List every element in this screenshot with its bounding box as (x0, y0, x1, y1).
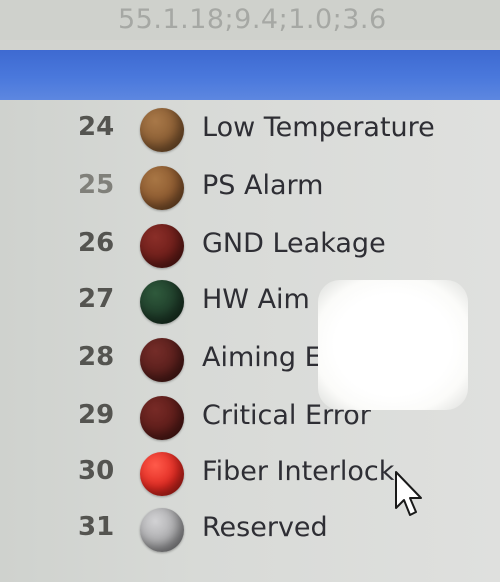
version-string: 55.1.18;9.4;1.0;3.6 (118, 4, 387, 35)
alarm-number: 31 (78, 512, 115, 542)
alarm-row-25: 25 PS Alarm (0, 162, 500, 218)
led-indicator-icon (140, 396, 184, 440)
alarm-row-30: 30 Fiber Interlock (0, 448, 500, 504)
mouse-pointer-icon (395, 471, 422, 516)
alarm-number: 25 (78, 170, 115, 200)
alarm-label: Aiming E (202, 342, 322, 373)
alarm-label: PS Alarm (202, 170, 324, 201)
alarm-number: 24 (78, 112, 115, 142)
screen-glare (318, 280, 468, 410)
led-indicator-icon (140, 338, 184, 382)
alarm-number: 29 (78, 400, 115, 430)
alarm-row-26: 26 GND Leakage (0, 220, 500, 276)
led-indicator-icon (140, 452, 184, 496)
led-indicator-icon (140, 166, 184, 210)
alarm-number: 26 (78, 228, 115, 258)
alarm-label: Low Temperature (202, 112, 435, 143)
led-indicator-icon (140, 224, 184, 268)
alarm-number: 30 (78, 456, 115, 486)
alarm-row-31: 31 Reserved (0, 504, 500, 560)
top-strip: 55.1.18;9.4;1.0;3.6 (0, 0, 500, 40)
led-indicator-icon (140, 280, 184, 324)
alarm-label: Fiber Interlock (202, 456, 395, 487)
alarm-number: 27 (78, 284, 115, 314)
led-indicator-icon (140, 108, 184, 152)
header-bar (0, 50, 500, 100)
alarm-row-24: 24 Low Temperature (0, 104, 500, 160)
alarm-label: Reserved (202, 512, 328, 543)
alarm-label: HW Aim (202, 284, 310, 315)
alarm-number: 28 (78, 342, 115, 372)
alarm-label: GND Leakage (202, 228, 386, 259)
led-indicator-icon (140, 508, 184, 552)
